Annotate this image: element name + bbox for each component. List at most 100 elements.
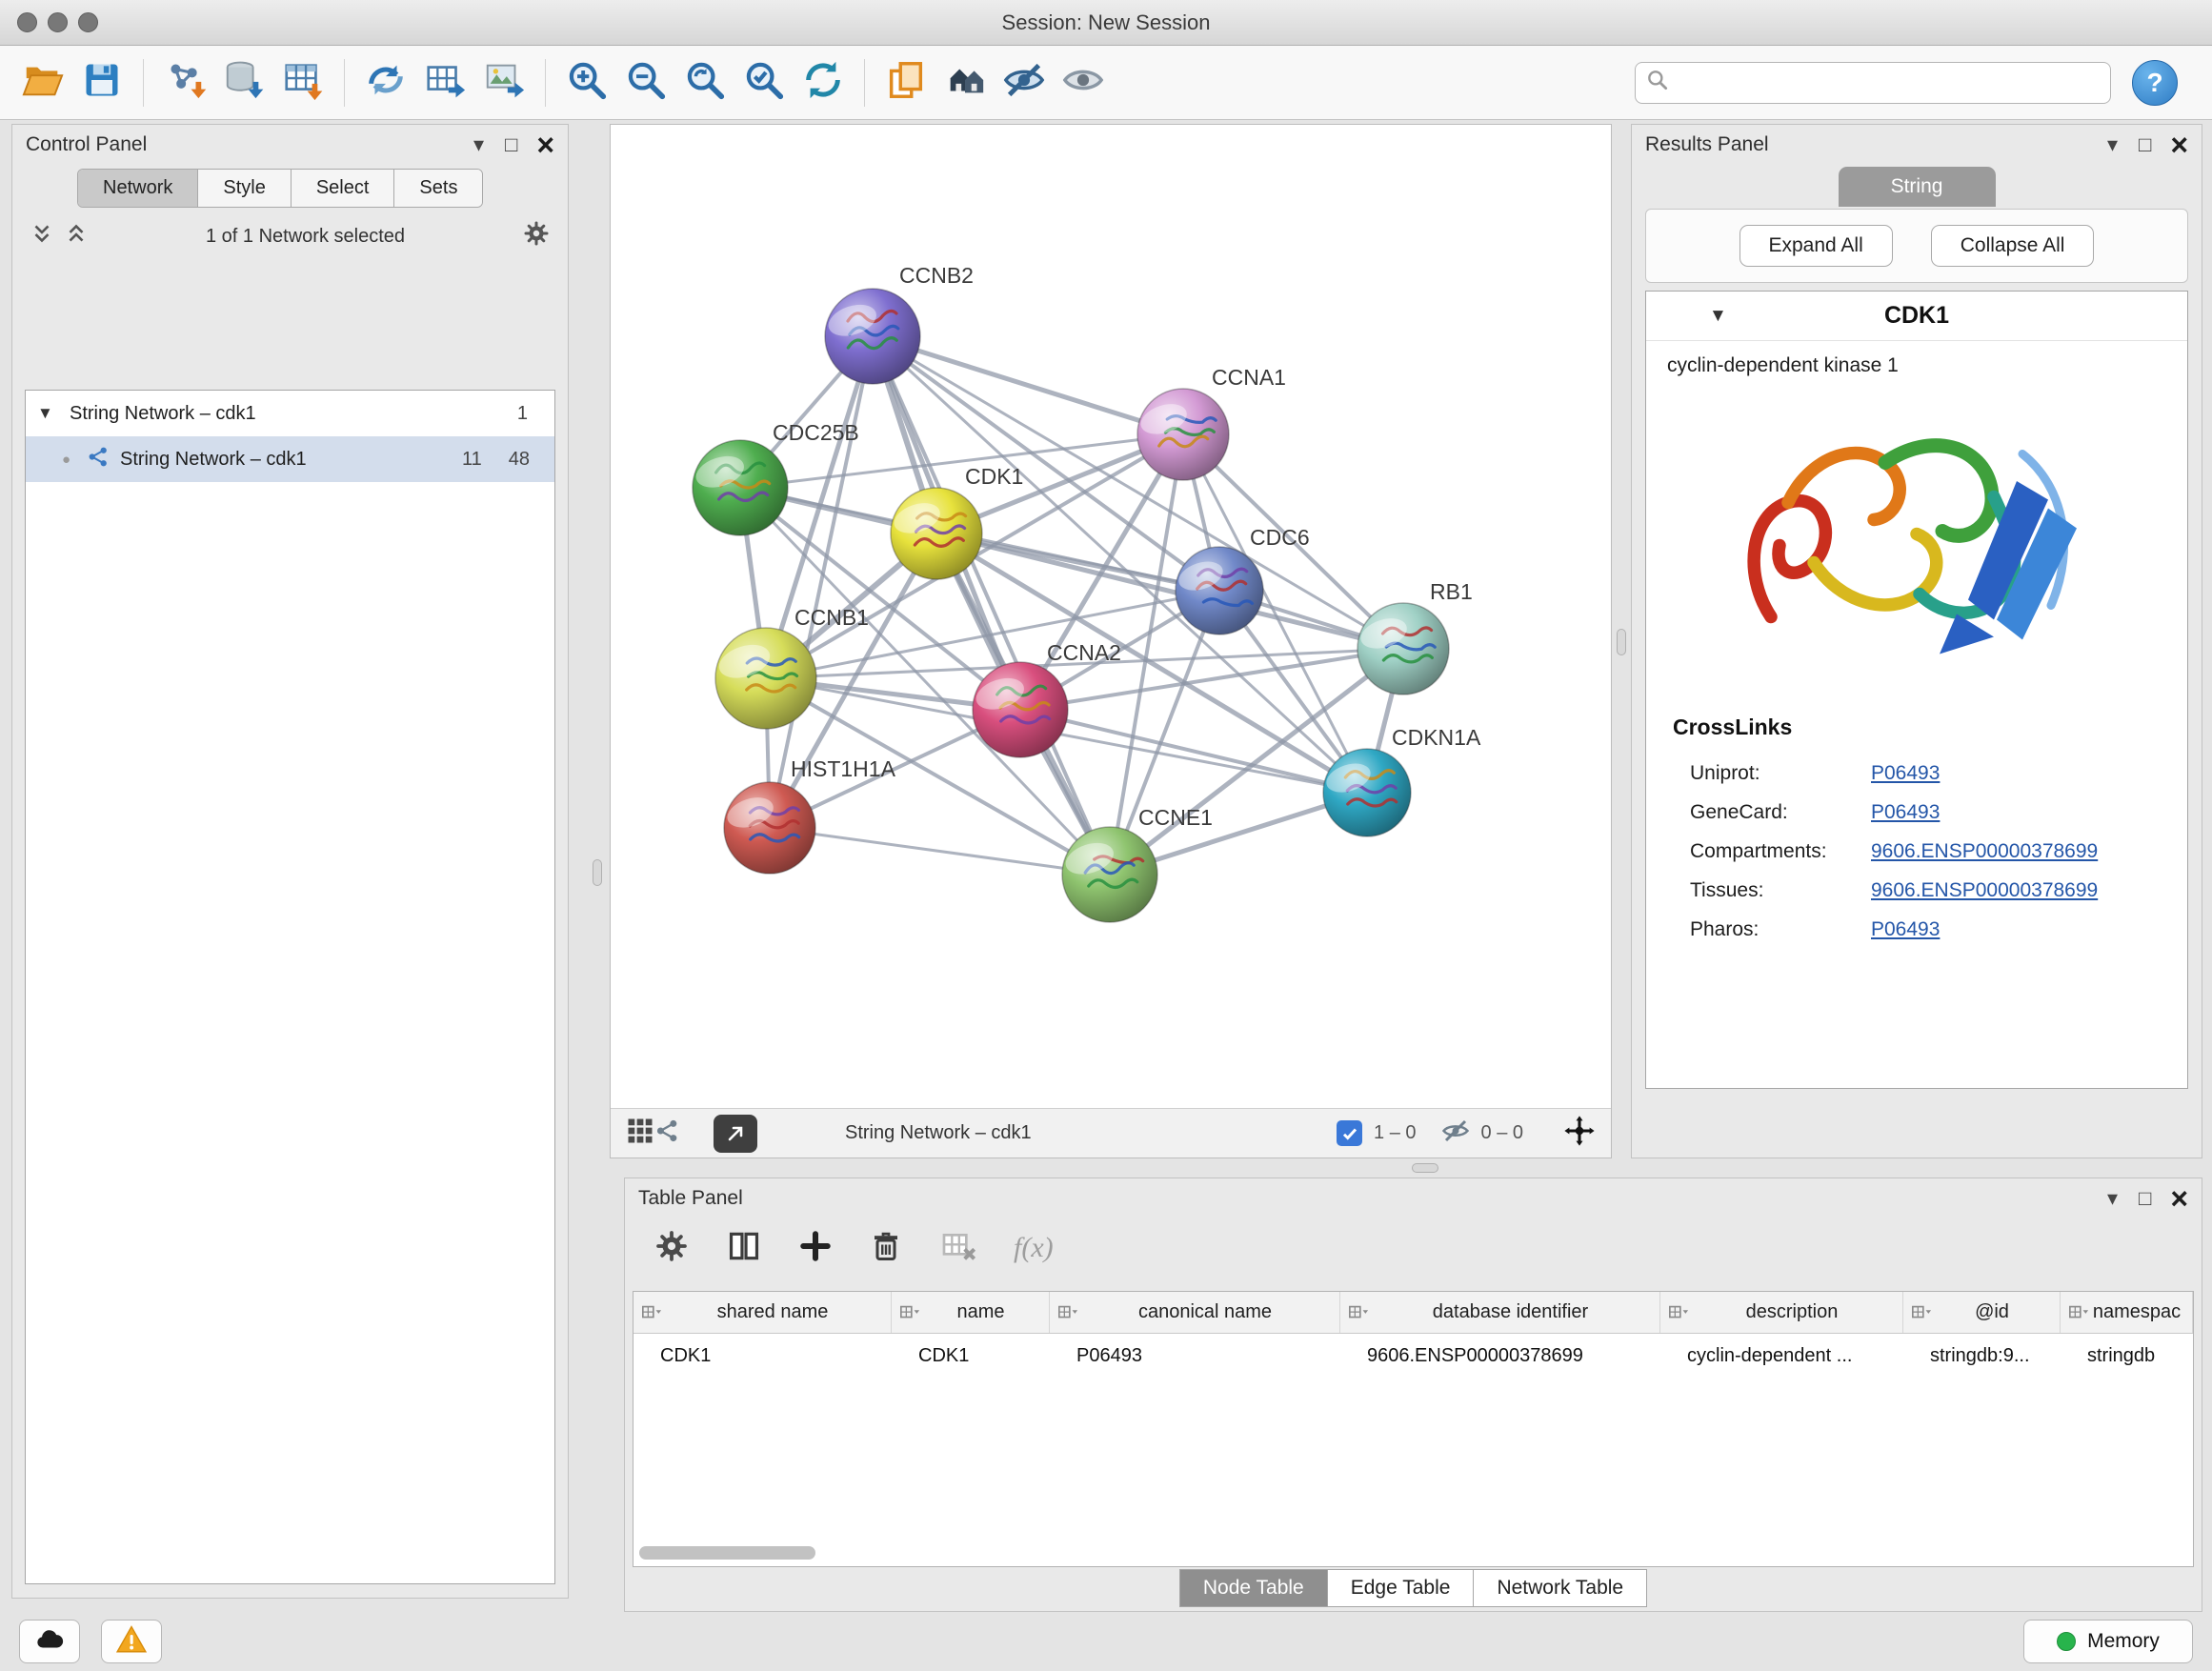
crosslink-link[interactable]: P06493 xyxy=(1871,801,1940,824)
crosslink-link[interactable]: P06493 xyxy=(1871,762,1940,785)
tab-style[interactable]: Style xyxy=(198,170,291,207)
gear-icon[interactable] xyxy=(522,219,551,253)
import-network-from-file-button[interactable] xyxy=(155,53,214,112)
open-session-button[interactable] xyxy=(13,53,72,112)
delete-table-icon[interactable] xyxy=(939,1227,977,1270)
add-column-plus-icon[interactable] xyxy=(798,1229,833,1268)
cloud-button[interactable] xyxy=(19,1620,80,1663)
network-row[interactable]: ● String Network – cdk1 11 48 xyxy=(26,436,554,482)
network-collection-row[interactable]: ▼ String Network – cdk1 1 xyxy=(26,391,554,436)
window-minimize-button[interactable] xyxy=(48,12,68,32)
panel-float-icon[interactable]: □ xyxy=(505,134,517,155)
panel-float-icon[interactable]: □ xyxy=(2139,1188,2151,1209)
panel-menu-icon[interactable]: ▾ xyxy=(473,134,484,155)
function-builder-icon[interactable]: f(x) xyxy=(1014,1232,1054,1264)
panel-close-icon[interactable]: × xyxy=(2170,130,2188,160)
delete-column-trash-icon[interactable] xyxy=(869,1229,903,1268)
tab-select[interactable]: Select xyxy=(292,170,395,207)
table-cell[interactable]: stringdb xyxy=(2061,1345,2193,1367)
disclosure-triangle-icon[interactable]: ▼ xyxy=(37,404,70,423)
network-node[interactable] xyxy=(824,289,920,384)
export-image-button[interactable] xyxy=(474,53,533,112)
panel-menu-icon[interactable]: ▾ xyxy=(2107,1188,2118,1209)
zoom-selected-button[interactable] xyxy=(734,53,794,112)
scrollbar-thumb[interactable] xyxy=(639,1546,815,1560)
search-input[interactable] xyxy=(1670,70,2101,94)
panel-close-icon[interactable]: × xyxy=(2170,1183,2188,1214)
network-node[interactable] xyxy=(890,488,982,579)
refresh-button[interactable] xyxy=(794,53,853,112)
window-zoom-button[interactable] xyxy=(78,12,98,32)
open-in-window-button[interactable] xyxy=(714,1115,757,1153)
expand-all-button[interactable]: Expand All xyxy=(1739,225,1893,267)
gene-disclosure-icon[interactable]: ▼ xyxy=(1709,306,1727,327)
column-header[interactable]: canonical name xyxy=(1050,1292,1340,1333)
tab-network[interactable]: Network xyxy=(78,170,198,207)
network-node[interactable] xyxy=(1357,603,1449,695)
network-node[interactable] xyxy=(692,440,788,535)
import-table-from-file-button[interactable] xyxy=(273,53,332,112)
memory-button[interactable]: Memory xyxy=(2023,1620,2193,1663)
table-cell[interactable]: CDK1 xyxy=(892,1345,1050,1367)
selected-checkbox-icon[interactable] xyxy=(1337,1120,1362,1146)
help-button[interactable]: ? xyxy=(2132,60,2178,106)
collapse-all-button[interactable]: Collapse All xyxy=(1931,225,2095,267)
home-views-button[interactable] xyxy=(935,53,995,112)
crosslink-link[interactable]: P06493 xyxy=(1871,918,1940,941)
tab-sets[interactable]: Sets xyxy=(394,170,482,207)
table-cell[interactable]: stringdb:9... xyxy=(1903,1345,2061,1367)
network-node[interactable] xyxy=(714,628,816,729)
network-canvas[interactable]: CCNB2CCNA1CDC25BCDK1CDC6RB1CCNB1CCNA2CDK… xyxy=(611,125,1611,1108)
crosslink-link[interactable]: 9606.ENSP00000378699 xyxy=(1871,879,2098,902)
left-splitter-handle[interactable] xyxy=(593,859,602,886)
network-edge[interactable] xyxy=(873,336,1110,875)
gene-header[interactable]: ▼ CDK1 xyxy=(1646,292,2187,341)
zoom-fit-button[interactable] xyxy=(675,53,734,112)
horizontal-splitter-handle[interactable] xyxy=(1412,1163,1438,1173)
crosslink-link[interactable]: 9606.ENSP00000378699 xyxy=(1871,840,2098,863)
network-node[interactable] xyxy=(1061,827,1157,922)
expand-all-icon[interactable] xyxy=(64,221,89,252)
horizontal-scrollbar[interactable] xyxy=(639,1546,2187,1561)
window-close-button[interactable] xyxy=(17,12,37,32)
table-row[interactable]: CDK1 CDK1 P06493 9606.ENSP00000378699 cy… xyxy=(633,1334,2193,1378)
tab-string[interactable]: String xyxy=(1839,167,1996,207)
save-session-button[interactable] xyxy=(72,53,131,112)
zoom-in-button[interactable] xyxy=(557,53,616,112)
right-splitter-handle[interactable] xyxy=(1617,629,1626,655)
show-panel-button[interactable] xyxy=(1054,53,1113,112)
column-header[interactable]: database identifier xyxy=(1340,1292,1660,1333)
table-cell[interactable]: P06493 xyxy=(1050,1345,1340,1367)
network-node[interactable] xyxy=(1322,749,1411,836)
network-node[interactable] xyxy=(972,662,1068,757)
collapse-all-icon[interactable] xyxy=(30,221,54,252)
column-header[interactable]: description xyxy=(1660,1292,1903,1333)
table-settings-gear-icon[interactable] xyxy=(654,1228,690,1269)
show-columns-icon[interactable] xyxy=(726,1228,762,1269)
hide-panel-button[interactable] xyxy=(995,53,1054,112)
panel-close-icon[interactable]: × xyxy=(536,130,554,160)
share-network-icon[interactable] xyxy=(654,1117,681,1150)
column-header[interactable]: shared name xyxy=(633,1292,892,1333)
panel-menu-icon[interactable]: ▾ xyxy=(2107,134,2118,155)
table-cell[interactable]: 9606.ENSP00000378699 xyxy=(1340,1345,1660,1367)
panel-float-icon[interactable]: □ xyxy=(2139,134,2151,155)
table-cell[interactable]: CDK1 xyxy=(633,1345,892,1367)
tab-node-table[interactable]: Node Table xyxy=(1179,1569,1328,1607)
network-edge[interactable] xyxy=(873,336,1183,434)
tab-network-table[interactable]: Network Table xyxy=(1474,1569,1647,1607)
table-cell[interactable]: cyclin-dependent ... xyxy=(1660,1345,1903,1367)
search-field[interactable] xyxy=(1635,62,2111,104)
network-tools-button[interactable] xyxy=(356,53,415,112)
network-node[interactable] xyxy=(1136,389,1229,480)
column-header[interactable]: @id xyxy=(1903,1292,2061,1333)
export-table-button[interactable] xyxy=(415,53,474,112)
network-node[interactable] xyxy=(723,782,815,874)
birdseye-grid-icon[interactable] xyxy=(626,1117,654,1151)
column-header[interactable]: name xyxy=(892,1292,1050,1333)
tab-edge-table[interactable]: Edge Table xyxy=(1328,1569,1475,1607)
network-edge[interactable] xyxy=(770,828,1110,875)
column-header[interactable]: namespac xyxy=(2061,1292,2193,1333)
network-node[interactable] xyxy=(1175,547,1263,634)
copy-document-button[interactable] xyxy=(876,53,935,112)
